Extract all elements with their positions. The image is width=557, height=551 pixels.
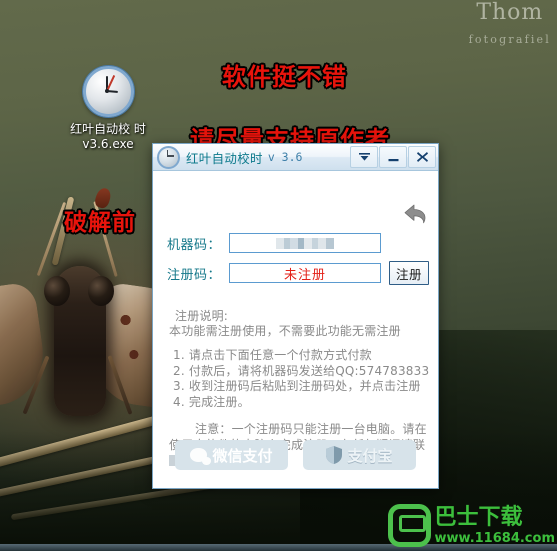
undo-button[interactable] [402, 201, 428, 225]
annotation-text: 破解前 [64, 210, 136, 236]
desktop-icon-redleaf-timesync[interactable]: 红叶自动校 时v3.6.exe [68, 66, 148, 152]
notes-step: 2. 付款后，请将机器码发送给QQ:574783833 [173, 363, 430, 378]
desktop-screen: Thom fotografiel 红叶自动校 时v3.6.exe 软件挺不错 请… [0, 0, 557, 551]
payment-buttons: 微信支付 支付宝 [153, 440, 438, 470]
bashi-logo-icon [387, 504, 431, 547]
notes-heading: 注册说明: [175, 309, 229, 323]
desktop-icon-label: 红叶自动校 时v3.6.exe [70, 122, 146, 151]
dialog-title: 红叶自动校时 [186, 150, 263, 166]
notes-subheading: 本功能需注册使用，不需要此功能无需注册 [169, 323, 401, 338]
alipay-button[interactable]: 支付宝 [303, 440, 416, 470]
wechat-icon [190, 448, 212, 465]
notes-steps: 1. 请点击下面任意一个付款方式付款 2. 付款后，请将机器码发送给QQ:574… [169, 348, 430, 410]
machine-code-input[interactable] [229, 233, 381, 253]
wechat-pay-label: 微信支付 [212, 446, 273, 465]
undo-icon [404, 204, 426, 224]
alipay-label: 支付宝 [347, 446, 393, 465]
registration-status-text: 未注册 [283, 267, 326, 283]
titlebar-buttons [350, 144, 436, 170]
dialog-body: 机器码： 注册码： 未注册 注册 注册说明: 本功能需注册使用，不需要此功能无需… [153, 171, 438, 488]
register-code-row: 注册码： 未注册 注册 [153, 261, 438, 285]
clock-icon [157, 145, 180, 169]
site-logo-text: 巴士下载 www.11684.com [434, 504, 556, 546]
butterfly-left-eye [44, 276, 70, 306]
machine-code-row: 机器码： [153, 233, 438, 253]
register-code-label: 注册码： [167, 267, 222, 283]
register-code-input[interactable]: 未注册 [229, 263, 381, 283]
registration-dialog: 红叶自动校时 v 3.6 机器码： 注册码： 未注册 注册 注册说明: 本功能需… [152, 143, 439, 489]
close-button[interactable] [408, 146, 436, 168]
butterfly-right-eye [88, 276, 114, 306]
dialog-titlebar[interactable]: 红叶自动校时 v 3.6 [153, 144, 438, 171]
wechat-pay-button[interactable]: 微信支付 [175, 440, 288, 470]
clock-second-hand [106, 75, 115, 91]
chevron-down-icon [358, 152, 370, 161]
annotation-text: 软件挺不错 [222, 63, 347, 91]
minimize-button[interactable] [379, 146, 407, 168]
butterfly-left-wing [0, 281, 50, 413]
alipay-shield-icon [326, 446, 343, 464]
close-icon [416, 152, 428, 162]
notes-warning-line: 注意：一个注册码只能注册一台电脑。请在 [195, 422, 427, 436]
notes-step: 3. 收到注册码后粘贴到注册码处，并点击注册 [173, 379, 421, 393]
site-url: www.11684.com [434, 530, 556, 546]
machine-code-masked-value [276, 237, 334, 249]
site-name: 巴士下载 [434, 504, 523, 530]
machine-code-label: 机器码： [167, 237, 222, 253]
notes-step: 1. 请点击下面任意一个付款方式付款 [173, 348, 372, 362]
notes-step: 4. 完成注册。 [173, 394, 250, 409]
clock-center-pin [105, 88, 109, 93]
register-button[interactable]: 注册 [389, 261, 429, 285]
site-watermark-logo: 巴士下载 www.11684.com [387, 504, 556, 547]
collapse-button[interactable] [350, 146, 378, 168]
clock-icon [82, 66, 134, 117]
minimize-icon [388, 158, 398, 161]
dialog-version: v 3.6 [267, 150, 303, 164]
